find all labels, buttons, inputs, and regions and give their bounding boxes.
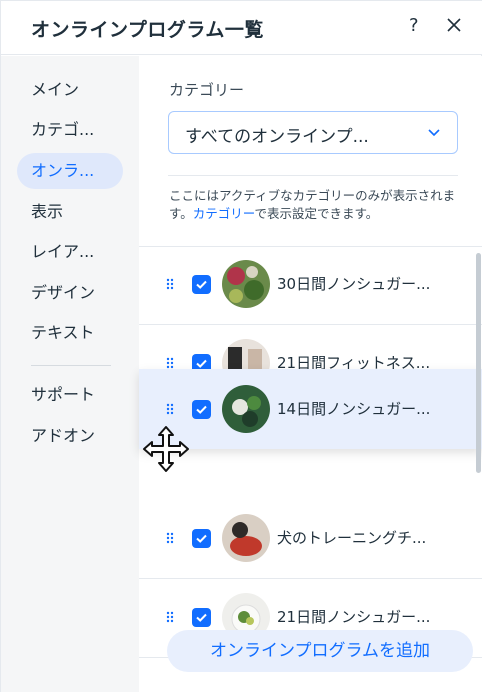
greens-photo [222, 385, 270, 433]
list-scrollbar[interactable] [476, 253, 481, 473]
dog-photo [222, 514, 270, 562]
program-name: 30日間ノンシュガー... [277, 275, 431, 293]
program-checkbox[interactable] [192, 608, 211, 627]
drag-handle-icon[interactable] [166, 357, 174, 369]
sidebar-item-main[interactable]: メイン [17, 72, 123, 108]
drag-handle-icon[interactable] [166, 611, 174, 623]
sidebar-item-display[interactable]: 表示 [17, 194, 123, 230]
program-settings-content: カテゴリー すべてのオンラインプ... ここにはアクティブなカテゴリーのみが表示… [139, 56, 482, 692]
checkmark-icon [196, 405, 207, 414]
add-program-button[interactable]: オンラインプログラムを追加 [167, 630, 473, 672]
program-list-panel: オンラインプログラム一覧 ? メイン カテゴ... オンラ... 表示 レイア.… [0, 0, 482, 692]
category-label: カテゴリー [169, 81, 245, 99]
category-dropdown[interactable]: すべてのオンラインプ... [168, 111, 458, 154]
program-row[interactable]: 犬のトレーニングチ... [139, 501, 482, 579]
program-checkbox[interactable] [192, 529, 211, 548]
program-row[interactable]: 30日間ノンシュガー... [139, 247, 482, 325]
vegetables-photo [222, 260, 270, 308]
sidebar-item-support[interactable]: サポート [17, 377, 123, 413]
program-name: 犬のトレーニングチ... [277, 529, 427, 547]
category-settings-link[interactable]: カテゴリー [193, 206, 255, 221]
sidebar-item-layout[interactable]: レイア... [17, 234, 123, 270]
sidebar-item-online-programs[interactable]: オンラ... [17, 153, 123, 189]
category-dropdown-value: すべてのオンラインプ... [185, 127, 369, 147]
program-checkbox[interactable] [192, 275, 211, 294]
program-name: 21日間ノンシュガー... [277, 608, 431, 626]
sidebar-item-design[interactable]: デザイン [17, 275, 123, 311]
help-icon[interactable]: ? [409, 15, 419, 36]
checkmark-icon [196, 280, 207, 289]
program-checkbox[interactable] [192, 400, 211, 419]
drag-handle-icon[interactable] [166, 278, 174, 290]
checkmark-icon [196, 534, 207, 543]
move-cursor-icon [143, 426, 189, 472]
program-name: 14日間ノンシュガー... [277, 400, 431, 418]
section-divider [168, 175, 458, 176]
drag-handle-icon[interactable] [166, 532, 174, 544]
drag-handle-icon[interactable] [166, 403, 174, 415]
checkmark-icon [196, 613, 207, 622]
settings-sidebar: メイン カテゴ... オンラ... 表示 レイア... デザイン テキスト サポ… [1, 56, 139, 692]
panel-header: オンラインプログラム一覧 ? [1, 1, 482, 55]
panel-title: オンラインプログラム一覧 [31, 19, 264, 41]
sidebar-divider [31, 365, 111, 366]
chevron-down-icon [428, 129, 440, 137]
info-text-part2: で表示設定できます。 [254, 206, 379, 221]
category-info-text: ここにはアクティブなカテゴリーのみが表示されます。カテゴリーで表示設定できます。 [169, 187, 464, 223]
close-icon[interactable] [446, 11, 468, 39]
sidebar-item-text[interactable]: テキスト [17, 315, 123, 351]
sidebar-item-addons[interactable]: アドオン [17, 418, 123, 454]
sidebar-item-category[interactable]: カテゴ... [17, 112, 123, 148]
